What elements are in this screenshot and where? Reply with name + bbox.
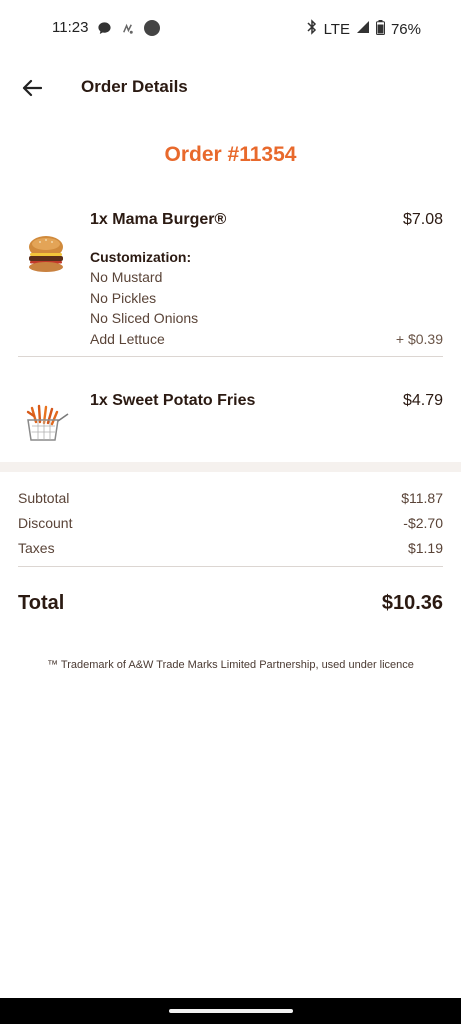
back-arrow-icon: [22, 79, 42, 97]
bluetooth-icon: [306, 19, 318, 39]
page-title: Order Details: [81, 77, 188, 96]
discount-row: Discount -$2.70: [18, 515, 443, 531]
item-price: $4.79: [402, 392, 443, 409]
taxes-row: Taxes $1.19: [18, 540, 443, 556]
total-value: $10.36: [381, 592, 443, 614]
battery-icon: [375, 19, 385, 39]
navigation-bar: [0, 998, 461, 1024]
burger-image: [22, 233, 70, 275]
item-price: $7.08: [402, 211, 443, 228]
customization-price: + $0.39: [395, 330, 443, 347]
customization-item: No Mustard: [90, 269, 443, 290]
gesture-icon: [120, 21, 135, 41]
customization-item: Add Lettuce + $0.39: [90, 331, 443, 352]
customization-list: No Mustard No Pickles No Sliced Onions A…: [90, 269, 443, 351]
item-name: 1x Mama Burger®: [90, 211, 227, 228]
status-left-icons: [97, 19, 161, 42]
item-name: 1x Sweet Potato Fries: [90, 392, 256, 409]
section-separator: [0, 462, 461, 472]
home-gesture-handle[interactable]: [169, 1009, 293, 1013]
customization-item: No Pickles: [90, 290, 443, 311]
taxes-label: Taxes: [18, 540, 55, 556]
customization-text: No Mustard: [90, 269, 163, 285]
customization-text: No Pickles: [90, 289, 157, 306]
status-right-icons: LTE 76%: [306, 19, 421, 39]
taxes-value: $1.19: [407, 540, 443, 556]
subtotal-value: $11.87: [401, 490, 443, 506]
battery-level: 76%: [390, 20, 421, 38]
network-type: LTE: [323, 20, 350, 38]
summary-divider: [18, 566, 443, 567]
customization-item: No Sliced Onions: [90, 310, 443, 331]
signal-icon: [356, 20, 370, 38]
subtotal-row: Subtotal $11.87: [18, 490, 443, 506]
trademark-notice: ™ Trademark of A&W Trade Marks Limited P…: [47, 659, 414, 671]
total-row: Total $10.36: [18, 592, 443, 615]
discount-value: -$2.70: [403, 515, 443, 531]
dot-icon: [143, 19, 161, 42]
fries-image: [22, 402, 70, 444]
discount-label: Discount: [18, 515, 73, 531]
customization-label: Customization:: [90, 249, 192, 265]
item-divider: [18, 356, 443, 357]
customization-text: Add Lettuce: [90, 330, 165, 347]
total-label: Total: [18, 592, 65, 614]
status-time: 11:23: [52, 19, 89, 36]
status-bar: 11:23 LTE 76%: [0, 0, 461, 56]
app-bar: Order Details: [0, 62, 461, 114]
subtotal-label: Subtotal: [18, 490, 70, 506]
customization-text: No Sliced Onions: [90, 310, 199, 326]
order-number: Order #11354: [164, 143, 297, 166]
back-button[interactable]: [14, 70, 50, 106]
messages-icon: [97, 21, 112, 41]
